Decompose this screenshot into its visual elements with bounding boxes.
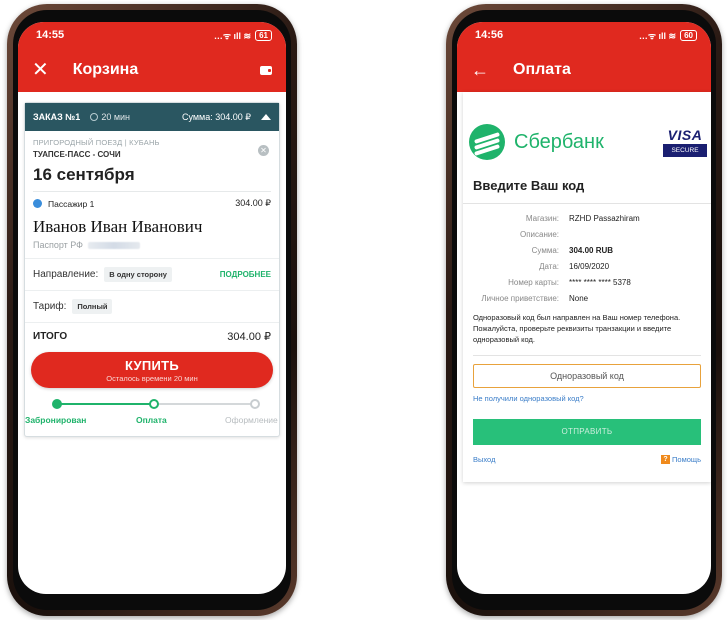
sberbank-logo-icon <box>469 124 505 160</box>
detail-row-card: Номер карты: **** **** **** 5378 <box>508 278 631 287</box>
battery-icon: 60 <box>680 29 697 41</box>
total-row: ИТОГО 304.00 ₽ <box>25 322 279 350</box>
app-bar: ← Оплата <box>457 48 711 92</box>
visa-label: VISA <box>667 127 703 143</box>
order-timer: 20 мин <box>90 112 130 122</box>
battery-icon: 61 <box>255 29 272 41</box>
progress-stepper: Забронирован Оплата Оформление <box>25 394 279 436</box>
step-dot-booked <box>52 399 62 409</box>
passenger-name: Иванов Иван Иванович <box>33 217 203 236</box>
order-header[interactable]: ЗАКАЗ №1 20 мин Сумма: 304.00 ₽ <box>25 103 279 131</box>
train-route: ТУАПСЕ-ПАСС - СОЧИ <box>33 150 121 159</box>
tariff-label: Тариф: <box>33 301 67 312</box>
close-icon[interactable]: ✕ <box>32 60 49 80</box>
buy-button-timer: Осталось времени 20 мин <box>106 373 198 383</box>
signal-icon: …ᯤ ıll ≋ <box>638 30 677 41</box>
passport-line: Паспорт РФ <box>33 240 271 250</box>
status-bar: 14:55 …ᯤ ıll ≋ 61 <box>18 22 286 48</box>
secure-label: SECURE <box>663 144 707 157</box>
passenger-label: Пассажир 1 <box>48 198 95 209</box>
help-icon: ? <box>661 455 671 464</box>
code-title: Введите Ваш код <box>463 166 711 204</box>
clock-icon <box>90 113 99 121</box>
train-info: ПРИГОРОДНЫЙ ПОЕЗД | КУБАНЬ ТУАПСЕ-ПАСС -… <box>25 131 279 185</box>
status-icons: …ᯤ ıll ≋ 60 <box>639 29 697 42</box>
order-sum: Сумма: 304.00 ₽ <box>181 111 251 122</box>
phone-bezel: 14:56 …ᯤ ıll ≋ 60 ← Оплата Сбербанк VISA… <box>452 10 716 610</box>
passport-label: Паспорт РФ <box>33 240 84 250</box>
bank-logos: Сбербанк VISA SECURE <box>463 92 711 166</box>
help-link[interactable]: ? Помощь <box>661 455 701 464</box>
back-arrow-icon[interactable]: ← <box>471 61 489 79</box>
passenger-price: 304.00 ₽ <box>235 198 271 208</box>
passenger-block: Пассажир 1 304.00 ₽ Иванов Иван Иванович… <box>33 191 271 250</box>
payment-panel: Сбербанк VISA SECURE Введите Ваш код Маг… <box>463 92 711 482</box>
detail-row-amount: Сумма: 304.00 RUB <box>531 246 614 255</box>
step-dot-payment <box>149 399 159 409</box>
phone-frame-payment: 14:56 …ᯤ ıll ≋ 60 ← Оплата Сбербанк VISA… <box>446 4 722 616</box>
tariff-row: Тариф: Полный <box>25 290 279 322</box>
bank-name: Сбербанк <box>514 130 604 153</box>
exit-link[interactable]: Выход <box>473 455 495 464</box>
cart-screen: 14:55 …ᯤ ıll ≋ 61 ✕ Корзина ЗАКАЗ №1 20 … <box>18 22 286 594</box>
order-time: 20 мин <box>101 112 131 122</box>
total-label: ИТОГО <box>33 331 68 342</box>
step-line-done <box>57 403 154 405</box>
divider <box>473 355 701 356</box>
buy-button-label: КУПИТЬ <box>124 357 180 373</box>
otp-input[interactable]: Одноразовый код <box>473 364 701 388</box>
step-dot-issue <box>250 399 260 409</box>
status-icons: …ᯤ ıll ≋ 61 <box>214 29 272 42</box>
status-bar: 14:56 …ᯤ ıll ≋ 60 <box>457 22 711 48</box>
transaction-details: Магазин: RZHD Passazhiram Описание: Сумм… <box>463 204 711 303</box>
wallet-icon[interactable] <box>260 65 272 75</box>
detail-row-description: Описание: <box>519 230 559 239</box>
app-bar: ✕ Корзина <box>18 48 286 92</box>
remove-icon[interactable]: ✕ <box>258 145 269 156</box>
detail-row-shop: Магазин: RZHD Passazhiram <box>525 214 640 223</box>
page-title: Оплата <box>513 61 571 78</box>
phone-frame-cart: 14:55 …ᯤ ıll ≋ 61 ✕ Корзина ЗАКАЗ №1 20 … <box>7 4 297 616</box>
step-label-booked: Забронирован <box>25 415 87 425</box>
page-title: Корзина <box>72 61 139 78</box>
direction-label: Направление: <box>33 269 99 280</box>
detail-row-greeting: Личное приветствие: None <box>481 294 589 303</box>
direction-value: В одну сторону <box>104 267 172 282</box>
status-time: 14:55 <box>36 29 65 41</box>
detail-row-date: Дата: 16/09/2020 <box>539 262 610 271</box>
train-type: ПРИГОРОДНЫЙ ПОЕЗД | КУБАНЬ <box>33 138 160 147</box>
step-label-payment: Оплата <box>136 415 167 425</box>
visa-secure-logo: VISA SECURE <box>663 127 707 157</box>
trip-date: 16 сентября <box>33 165 135 184</box>
details-link[interactable]: ПОДРОБНЕЕ <box>220 270 271 279</box>
order-number: ЗАКАЗ №1 <box>33 112 81 122</box>
passenger-dot-icon <box>33 199 42 208</box>
total-value: 304.00 ₽ <box>227 331 271 343</box>
buy-button[interactable]: КУПИТЬ Осталось времени 20 мин <box>31 352 273 388</box>
step-label-issue: Оформление <box>225 415 278 425</box>
otp-info-text: Одноразовый код был направлен на Ваш ном… <box>473 313 681 344</box>
phone-bezel: 14:55 …ᯤ ıll ≋ 61 ✕ Корзина ЗАКАЗ №1 20 … <box>13 10 291 610</box>
direction-row: Направление: В одну сторону ПОДРОБНЕЕ <box>25 258 279 290</box>
order-card: ЗАКАЗ №1 20 мин Сумма: 304.00 ₽ ПРИГОРОД… <box>24 102 280 437</box>
payment-footer: Выход ? Помощь <box>463 445 711 464</box>
payment-screen: 14:56 …ᯤ ıll ≋ 60 ← Оплата Сбербанк VISA… <box>457 22 711 594</box>
step-line-todo <box>154 403 255 405</box>
submit-button[interactable]: ОТПРАВИТЬ <box>473 419 701 445</box>
signal-icon: …ᯤ ıll ≋ <box>213 30 252 41</box>
chevron-up-icon[interactable] <box>261 114 271 120</box>
tariff-value: Полный <box>72 299 113 314</box>
passport-number-redacted <box>88 241 141 249</box>
resend-code-link[interactable]: Не получили одноразовый код? <box>463 388 711 403</box>
status-time: 14:56 <box>475 29 504 41</box>
help-label: Помощь <box>672 455 701 464</box>
sberbank-logo: Сбербанк <box>469 124 604 160</box>
